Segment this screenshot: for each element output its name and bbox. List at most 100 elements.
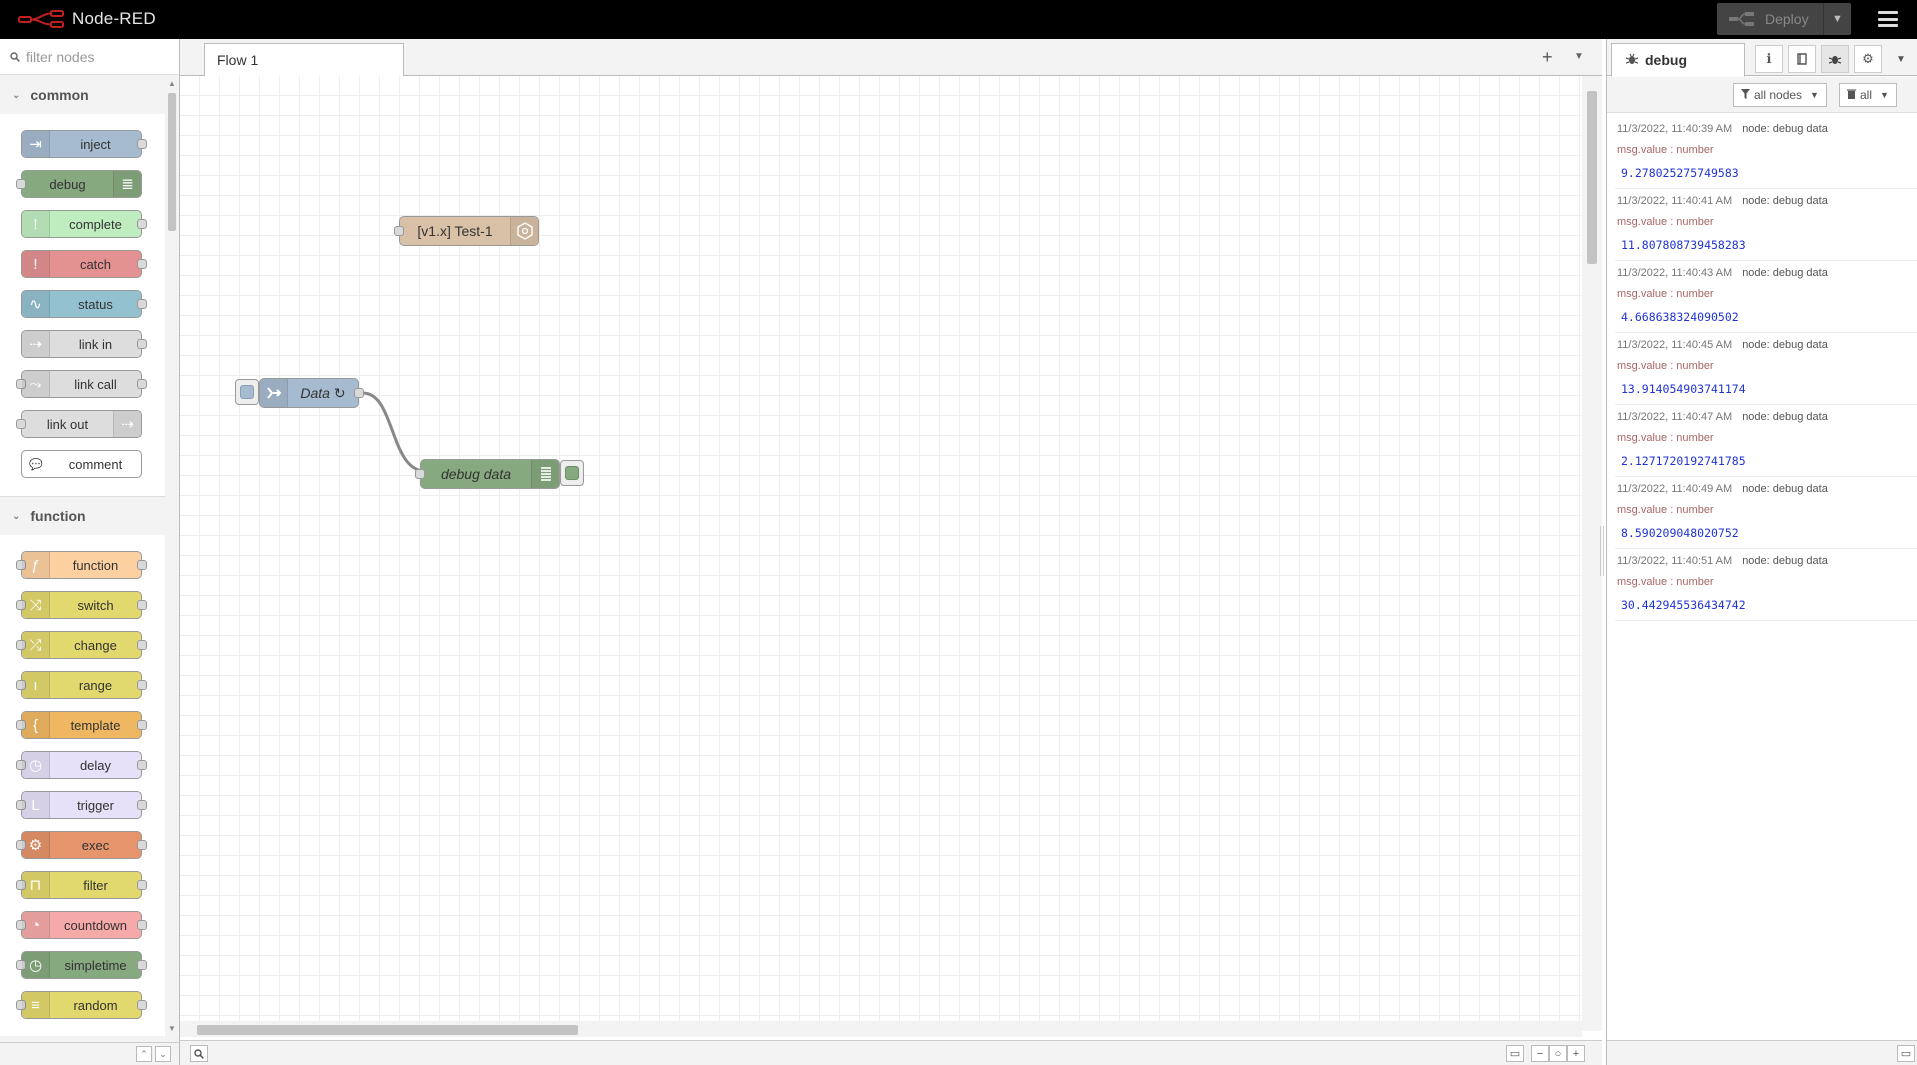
palette-node-label: countdown: [64, 917, 127, 933]
palette-node-change[interactable]: ⤮ change: [16, 631, 147, 659]
debug-message[interactable]: 11/3/2022, 11:40:49 AM node: debug data ms…: [1615, 477, 1917, 549]
palette-category-common[interactable]: ⌄ common: [0, 76, 165, 114]
debug-toggle-button[interactable]: [560, 460, 584, 486]
wire-inject-to-debug[interactable]: [180, 76, 780, 476]
debug-message[interactable]: 11/3/2022, 11:40:47 AM node: debug data ms…: [1615, 405, 1917, 477]
deploy-options-caret-icon[interactable]: ▼: [1823, 3, 1851, 35]
palette-node-exec[interactable]: ⚙ exec: [16, 831, 147, 859]
workspace-vertical-scrollbar[interactable]: [1582, 76, 1602, 1031]
list-icon: ≣: [113, 171, 141, 197]
zoom-in-icon[interactable]: +: [1567, 1045, 1585, 1062]
sidebar-menu-caret-icon[interactable]: ▼: [1887, 45, 1915, 73]
debug-message-meta: 11/3/2022, 11:40:39 AM node: debug data: [1617, 123, 1917, 135]
debug-node-link[interactable]: node: debug data: [1742, 483, 1828, 495]
palette-node-link-call[interactable]: ⤳ link call: [16, 370, 147, 398]
deploy-main-button[interactable]: Deploy: [1717, 3, 1823, 35]
debug-message-meta: 11/3/2022, 11:40:45 AM node: debug data: [1617, 339, 1917, 351]
debug-toolbar: all nodes ▼ all ▼: [1607, 77, 1917, 113]
output-port: [137, 339, 147, 349]
gear-icon[interactable]: ⚙: [1854, 45, 1882, 73]
palette-node-switch[interactable]: ⤨ switch: [16, 591, 147, 619]
debug-value[interactable]: 2.1271720192741785: [1617, 454, 1917, 468]
palette-node-function[interactable]: ƒ function: [16, 551, 147, 579]
debug-value[interactable]: 30.442945536434742: [1617, 598, 1917, 612]
debug-message[interactable]: 11/3/2022, 11:40:45 AM node: debug data ms…: [1615, 333, 1917, 405]
help-book-icon[interactable]: [1788, 45, 1816, 73]
debug-value[interactable]: 8.590209048020752: [1617, 526, 1917, 540]
debug-node-link[interactable]: node: debug data: [1742, 123, 1828, 135]
navigator-map-icon[interactable]: ▭: [1506, 1045, 1524, 1062]
open-debug-window-icon[interactable]: ▭: [1897, 1045, 1915, 1062]
palette-node-trigger[interactable]: Ltrigger: [16, 791, 147, 819]
debug-node-link[interactable]: node: debug data: [1742, 339, 1828, 351]
flow-list-caret-icon[interactable]: ▼: [1574, 51, 1584, 62]
palette-node-link-out[interactable]: ⇢ link out: [16, 410, 142, 438]
flow-node-inject[interactable]: Data ↻: [259, 378, 364, 408]
debug-value[interactable]: 4.668638324090502: [1617, 310, 1917, 324]
palette-node-catch[interactable]: ! catch: [21, 250, 147, 278]
debug-message-meta: 11/3/2022, 11:40:43 AM node: debug data: [1617, 267, 1917, 279]
debug-message[interactable]: 11/3/2022, 11:40:43 AM node: debug data ms…: [1615, 261, 1917, 333]
palette-filter-input[interactable]: [26, 48, 176, 65]
info-icon[interactable]: ℹ: [1755, 45, 1783, 73]
deploy-button[interactable]: Deploy ▼: [1717, 3, 1851, 35]
debug-clear-button[interactable]: all ▼: [1839, 83, 1897, 107]
debug-message[interactable]: 11/3/2022, 11:40:41 AM node: debug data ms…: [1615, 189, 1917, 261]
zoom-out-icon[interactable]: −: [1531, 1045, 1549, 1062]
output-port[interactable]: [354, 388, 364, 398]
header-bar: Node-RED Deploy ▼: [0, 0, 1917, 39]
debug-message[interactable]: 11/3/2022, 11:40:51 AM node: debug data ms…: [1615, 549, 1917, 621]
debug-node-link[interactable]: node: debug data: [1742, 195, 1828, 207]
output-port: [137, 960, 147, 970]
palette-scrollbar[interactable]: ▲ ▼: [165, 76, 179, 1036]
expand-all-icon[interactable]: ⌄: [155, 1046, 171, 1062]
debug-value[interactable]: 13.914054903741174: [1617, 382, 1917, 396]
workspace-horizontal-scrollbar[interactable]: [180, 1021, 1582, 1037]
debug-timestamp: 11/3/2022, 11:40:39 AM: [1617, 123, 1733, 135]
palette-scrollbar-thumb[interactable]: [168, 93, 176, 231]
palette-node-link-in[interactable]: ⇢ link in: [21, 330, 147, 358]
horizontal-scrollbar-thumb[interactable]: [197, 1025, 578, 1035]
debug-filter-button[interactable]: all nodes ▼: [1733, 83, 1827, 107]
palette-node-complete[interactable]: ! complete: [21, 210, 147, 238]
debug-message[interactable]: 11/3/2022, 11:40:39 AM node: debug data ms…: [1615, 117, 1917, 189]
debug-node-link[interactable]: node: debug data: [1742, 555, 1828, 567]
app-title: Node-RED: [72, 9, 156, 28]
vertical-scrollbar-thumb[interactable]: [1587, 91, 1597, 264]
palette-node-debug[interactable]: ≣ debug: [16, 170, 142, 198]
scroll-up-icon[interactable]: ▲: [168, 79, 176, 88]
palette-node-random[interactable]: ≡ random: [16, 991, 147, 1019]
debug-bug-icon[interactable]: [1821, 45, 1849, 73]
palette-node-inject[interactable]: ⇥ inject: [21, 130, 147, 158]
palette-node-countdown[interactable]: ◔ countdown: [16, 911, 147, 939]
flow-canvas[interactable]: [v1.x] Test-1 Data ↻ debug data: [180, 76, 1582, 1031]
palette-node-filter[interactable]: ⊓ filter: [16, 871, 147, 899]
zoom-reset-icon[interactable]: ○: [1549, 1045, 1567, 1062]
palette-node-delay[interactable]: ◷ delay: [16, 751, 147, 779]
palette-node-comment[interactable]: 💬 comment: [21, 450, 142, 478]
palette-node-range[interactable]: ı range: [16, 671, 147, 699]
debug-value[interactable]: 11.807808739458283: [1617, 238, 1917, 252]
tab-flow-1[interactable]: Flow 1: [204, 43, 404, 77]
collapse-all-icon[interactable]: ⌃: [136, 1046, 152, 1062]
flow-node-test[interactable]: [v1.x] Test-1: [394, 216, 539, 246]
search-flows-icon[interactable]: [190, 1045, 208, 1062]
debug-node-link[interactable]: node: debug data: [1742, 267, 1828, 279]
palette-node-status[interactable]: ∿ status: [21, 290, 147, 318]
inject-trigger-button[interactable]: [235, 379, 259, 405]
scroll-down-icon[interactable]: ▼: [168, 1024, 176, 1033]
chevron-down-icon: ⌄: [12, 510, 21, 522]
flow-node-debug[interactable]: debug data: [415, 459, 560, 489]
sidebar-resize-handle[interactable]: [1600, 526, 1604, 576]
palette-category-function[interactable]: ⌄ function: [0, 497, 165, 535]
debug-node-link[interactable]: node: debug data: [1742, 411, 1828, 423]
tab-debug[interactable]: debug: [1611, 43, 1745, 77]
workspace: Flow 1 + ▼ [v1.x] Test-1 Data ↻ debug da…: [180, 39, 1602, 1065]
palette-node-template[interactable]: {template: [16, 711, 147, 739]
add-flow-icon[interactable]: +: [1542, 47, 1553, 68]
output-port: [137, 600, 147, 610]
palette-node-simpletime[interactable]: ◷ simpletime: [16, 951, 147, 979]
debug-message-meta: 11/3/2022, 11:40:49 AM node: debug data: [1617, 483, 1917, 495]
main-menu-icon[interactable]: [1876, 8, 1900, 30]
debug-value[interactable]: 9.278025275749583: [1617, 166, 1917, 180]
